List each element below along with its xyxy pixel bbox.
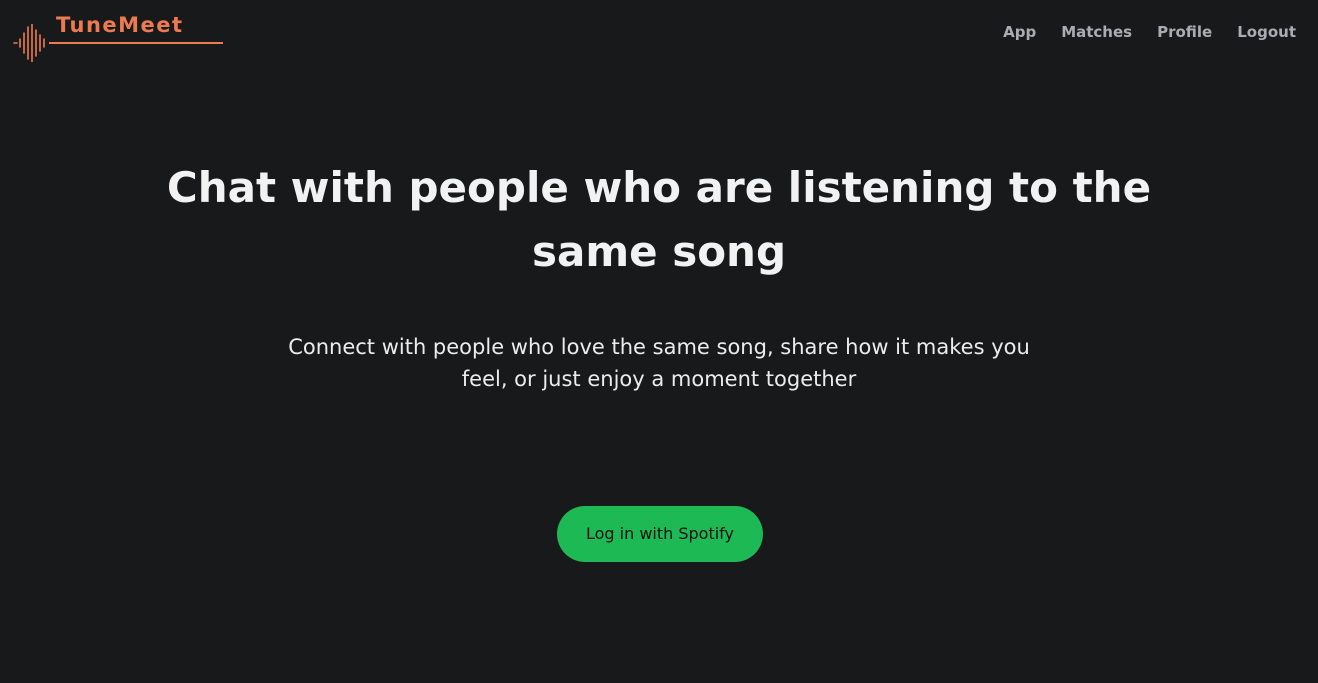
landing-page: TuneMeet App Matches Profile Logout Chat…	[0, 0, 1318, 683]
hero-title-line-2: same song	[531, 227, 787, 276]
nav-item-matches[interactable]: Matches	[1061, 22, 1132, 42]
hero-subtitle-line-2: feel, or just enjoy a moment together	[461, 367, 857, 391]
nav-item-app[interactable]: App	[1003, 22, 1036, 42]
hero-title-line-1: Chat with people who are listening to th…	[166, 163, 1152, 212]
nav-item-logout[interactable]: Logout	[1237, 22, 1296, 42]
hero-subtitle: Connect with people who love the same so…	[0, 331, 1318, 395]
brand-logo[interactable]: TuneMeet	[13, 12, 225, 64]
soundwave-icon	[13, 24, 45, 62]
nav-item-profile[interactable]: Profile	[1157, 22, 1212, 42]
hero-title: Chat with people who are listening to th…	[0, 156, 1318, 284]
top-nav: App Matches Profile Logout	[978, 22, 1296, 42]
brand-name: TuneMeet	[56, 13, 184, 37]
brand-underline	[49, 42, 223, 44]
spotify-login-button[interactable]: Log in with Spotify	[557, 506, 763, 562]
hero-subtitle-line-1: Connect with people who love the same so…	[288, 335, 1030, 359]
